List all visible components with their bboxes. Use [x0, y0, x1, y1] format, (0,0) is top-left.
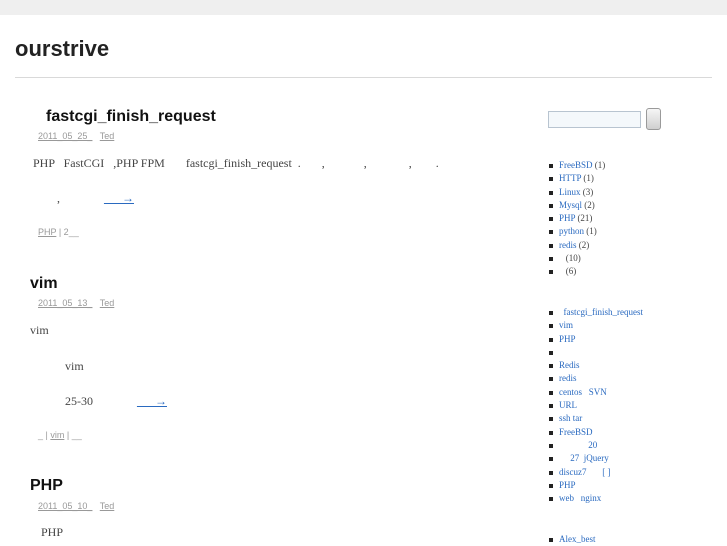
list-item: python (1)	[548, 225, 605, 238]
list-item: PHP	[548, 479, 643, 492]
list-item: 27 jQuery	[548, 452, 643, 465]
list-item: (10)	[548, 252, 605, 265]
post-title[interactable]: PHP	[30, 477, 63, 495]
list-item: redis (2)	[548, 239, 605, 252]
post-count: (10)	[561, 253, 581, 264]
sidebar-link[interactable]: ssh tar	[559, 413, 582, 423]
post-title[interactable]: vim	[30, 275, 58, 293]
post-date[interactable]: 2011_05_13_	[38, 298, 92, 308]
post-count: (2)	[584, 199, 595, 210]
links-list: Alex_best	[548, 533, 596, 546]
list-item: fastcgi_finish_request	[548, 306, 643, 319]
post-footer: PHP | 2__	[38, 227, 79, 237]
post-footer: _ | vim | __	[38, 430, 82, 440]
sidebar-link[interactable]: FreeBSD	[559, 427, 593, 437]
sidebar-link[interactable]: redis	[559, 240, 577, 250]
post-count: (21)	[577, 213, 593, 224]
post-excerpt-line: ,	[33, 191, 60, 205]
post-count: (1)	[586, 226, 597, 237]
category-link[interactable]: PHP	[38, 227, 56, 237]
sidebar-link[interactable]: Alex_best	[559, 534, 596, 544]
sidebar-link[interactable]: FreeBSD	[559, 160, 593, 170]
sidebar-link[interactable]: URL	[559, 400, 577, 410]
post-count: (1)	[583, 173, 594, 184]
sidebar-link[interactable]: HTTP	[559, 173, 581, 183]
post-author[interactable]: Ted	[100, 501, 115, 511]
post-excerpt-line: PHP	[41, 525, 64, 539]
sidebar-link[interactable]: redis	[559, 373, 577, 383]
list-item: HTTP (1)	[548, 172, 605, 185]
sidebar-link[interactable]: PHP	[559, 480, 576, 490]
search-button[interactable]	[646, 108, 661, 130]
sidebar-link[interactable]: fastcgi_finish_request	[559, 307, 643, 317]
sidebar-link[interactable]: 20	[559, 440, 597, 450]
post-count: (1)	[594, 160, 606, 170]
list-item: centos SVN	[548, 386, 643, 399]
comments-link[interactable]: | 2__	[56, 227, 79, 237]
read-more-link[interactable]: ___→	[137, 394, 167, 409]
read-more-link[interactable]: ___→	[104, 191, 134, 206]
sidebar-link[interactable]: python	[559, 226, 584, 236]
post-author[interactable]: Ted	[100, 131, 115, 141]
post-meta: 2011_05_10_ Ted	[38, 501, 114, 511]
category-link[interactable]: vim	[50, 430, 64, 440]
recent-posts-list: fastcgi_finish_requestvim PHP Redis redis ce…	[548, 306, 643, 505]
category-list: FreeBSD (1) HTTP (1) Linux (3) Mysql (2) PHP…	[548, 159, 605, 279]
post-excerpt-line: PHP FastCGI ,PHP FPM fastcgi_finish_requ…	[33, 156, 439, 170]
post-meta: 2011_05_25_ Ted	[38, 131, 114, 141]
list-item: FreeBSD (1)	[548, 159, 605, 172]
list-item: Linux (3)	[548, 186, 605, 199]
post-excerpt-line: 25-30	[65, 394, 93, 408]
list-item: vim	[548, 319, 643, 332]
list-item: URL	[548, 399, 643, 412]
list-item: (6)	[548, 265, 605, 278]
sidebar-link[interactable]: Redis	[559, 360, 580, 370]
list-item: redis	[548, 372, 643, 385]
sidebar-link[interactable]: centos SVN	[559, 387, 607, 397]
list-item: 20	[548, 439, 643, 452]
list-item: PHP (21)	[548, 212, 605, 225]
list-item: discuz7 [ ]	[548, 466, 643, 479]
post-count: (2)	[578, 239, 590, 250]
list-item: PHP	[548, 333, 643, 346]
site-title[interactable]: ourstrive	[15, 36, 109, 62]
footer-prefix: _ |	[38, 430, 51, 440]
list-item: FreeBSD	[548, 426, 643, 439]
list-item: ssh tar	[548, 412, 643, 425]
sidebar-link[interactable]: PHP	[559, 213, 575, 223]
sidebar-link[interactable]: PHP	[559, 334, 576, 344]
post-author[interactable]: Ted	[100, 298, 115, 308]
sidebar-link[interactable]: web nginx	[559, 493, 601, 503]
post-count: (6)	[561, 266, 577, 277]
header-divider	[15, 77, 712, 78]
post-count: (3)	[582, 186, 594, 197]
list-item: web nginx	[548, 492, 643, 505]
list-item: Alex_best	[548, 533, 596, 546]
post-title[interactable]: fastcgi_finish_request	[46, 108, 216, 126]
sidebar-link[interactable]: 27 jQuery	[559, 453, 609, 463]
list-item	[548, 346, 643, 359]
list-item: Redis	[548, 359, 643, 372]
post-date[interactable]: 2011_05_10_	[38, 501, 92, 511]
comments-link[interactable]: | __	[64, 430, 82, 440]
post-excerpt-line: vim	[30, 323, 49, 337]
post-excerpt-line: vim	[65, 359, 84, 373]
sidebar-link[interactable]: Linux	[559, 187, 581, 197]
post-meta: 2011_05_13_ Ted	[38, 298, 114, 308]
post-date[interactable]: 2011_05_25_	[38, 131, 92, 141]
list-item: Mysql (2)	[548, 199, 605, 212]
sidebar-link[interactable]: discuz7 [ ]	[559, 467, 611, 477]
sidebar-link[interactable]: Mysql	[559, 200, 582, 210]
sidebar-link[interactable]: vim	[559, 320, 573, 330]
top-bar	[0, 0, 727, 15]
search-input[interactable]	[548, 111, 641, 128]
